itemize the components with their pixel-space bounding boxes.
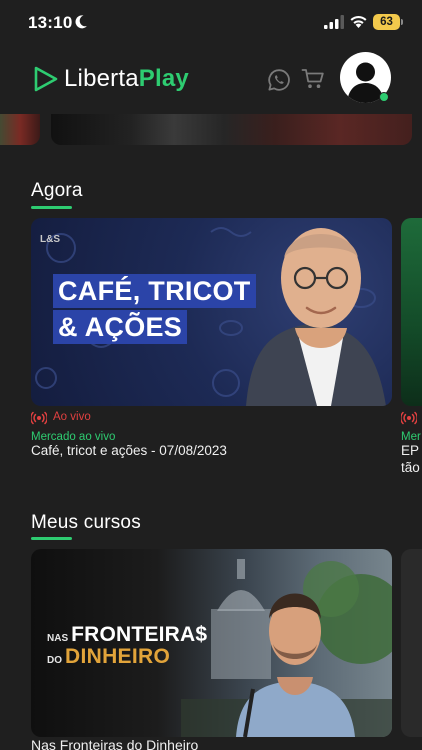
next-card-category: Mer bbox=[401, 431, 421, 443]
next-card-title-line1[interactable]: EP bbox=[401, 443, 419, 458]
live-card-category: Mercado ao vivo bbox=[31, 431, 116, 443]
section-title-agora: Agora bbox=[31, 180, 83, 201]
status-time: 13:10 bbox=[28, 13, 73, 32]
top-carousel-card[interactable] bbox=[51, 114, 412, 145]
cart-icon[interactable] bbox=[301, 68, 325, 90]
battery-cap bbox=[401, 19, 403, 25]
top-carousel bbox=[0, 114, 422, 146]
headline-line-2: & AÇÕES bbox=[53, 310, 188, 344]
course-card-title[interactable]: Nas Fronteiras do Dinheiro bbox=[31, 737, 198, 750]
live-broadcast-icon bbox=[401, 411, 417, 425]
moon-icon bbox=[75, 15, 87, 29]
logo-text-play: Play bbox=[138, 65, 189, 92]
whatsapp-icon[interactable] bbox=[267, 68, 291, 92]
section-underline-agora bbox=[31, 206, 72, 209]
live-label: Ao vivo bbox=[53, 411, 91, 423]
live-card-headline: CAFÉ, TRICOT & AÇÕES bbox=[53, 274, 256, 346]
section-underline-meus-cursos bbox=[31, 537, 72, 540]
battery-indicator: 63 bbox=[373, 14, 400, 30]
headline-line-1: CAFÉ, TRICOT bbox=[53, 274, 256, 308]
course-card-next[interactable] bbox=[401, 549, 422, 737]
app-header: LibertaPlay bbox=[0, 44, 422, 116]
course-card-overlay: NAS FRONTEIRA$ DO DINHEIRO bbox=[47, 623, 207, 669]
live-card[interactable]: L&S CAFÉ, TRICOT & AÇÕES bbox=[31, 218, 392, 406]
overlay-dinheiro: DINHEIRO bbox=[65, 645, 171, 668]
live-card-title[interactable]: Café, tricot e ações - 07/08/2023 bbox=[31, 443, 227, 458]
live-card-next[interactable] bbox=[401, 218, 422, 406]
wifi-icon bbox=[350, 16, 367, 28]
section-title-meus-cursos: Meus cursos bbox=[31, 512, 141, 533]
overlay-nas: NAS bbox=[47, 633, 69, 644]
overlay-fronteiras: FRONTEIRA$ bbox=[71, 623, 208, 646]
top-carousel-card-prev[interactable] bbox=[0, 114, 40, 145]
app-logo[interactable]: LibertaPlay bbox=[64, 65, 189, 93]
overlay-do: DO bbox=[47, 655, 62, 666]
logo-text-liberta: Liberta bbox=[64, 65, 139, 92]
online-status-dot bbox=[379, 92, 389, 102]
play-logo-icon bbox=[34, 66, 58, 92]
cellular-signal-icon bbox=[324, 15, 344, 29]
course-card[interactable]: NAS FRONTEIRA$ DO DINHEIRO bbox=[31, 549, 392, 737]
status-bar: 13:10 63 bbox=[0, 0, 422, 44]
brand-mark: L&S bbox=[40, 234, 60, 245]
next-card-title-line2[interactable]: tão bbox=[401, 460, 420, 475]
live-broadcast-icon bbox=[31, 411, 47, 425]
